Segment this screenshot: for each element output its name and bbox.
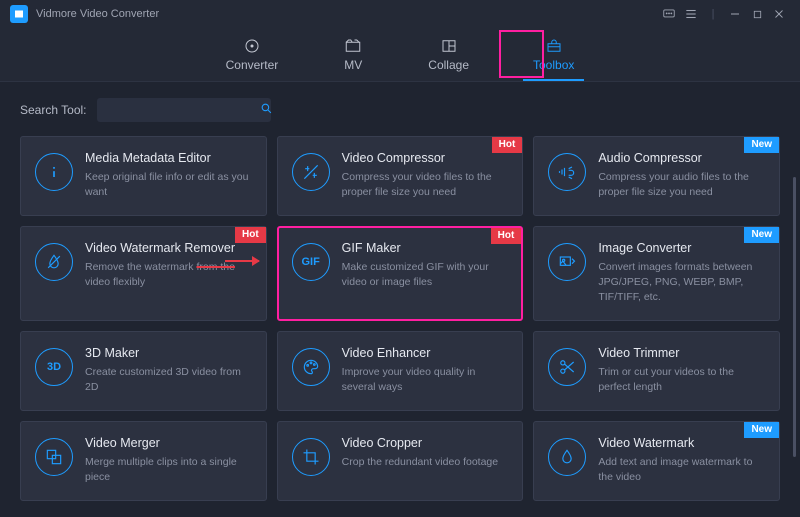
tool-video-cropper[interactable]: Video Cropper Crop the redundant video f…	[277, 421, 524, 501]
app-title: Vidmore Video Converter	[36, 8, 159, 20]
titlebar: Vidmore Video Converter |	[0, 0, 800, 28]
palette-icon	[292, 348, 330, 386]
tool-title: Audio Compressor	[598, 151, 765, 165]
tool-title: Video Merger	[85, 436, 252, 450]
tool-title: Video Watermark Remover	[85, 241, 252, 255]
tool-title: Video Enhancer	[342, 346, 509, 360]
tab-collage[interactable]: Collage	[422, 28, 475, 81]
menu-icon[interactable]	[680, 3, 702, 25]
nav-label: MV	[344, 58, 362, 72]
nav-label: Converter	[226, 58, 279, 72]
tool-title: Image Converter	[598, 241, 765, 255]
compress-icon	[292, 153, 330, 191]
minimize-button[interactable]	[724, 3, 746, 25]
tool-title: Video Watermark	[598, 436, 765, 450]
image-convert-icon	[548, 243, 586, 281]
nav-label: Toolbox	[533, 58, 574, 72]
tool-video-trimmer[interactable]: Video Trimmer Trim or cut your videos to…	[533, 331, 780, 411]
tool-title: Media Metadata Editor	[85, 151, 252, 165]
search-box[interactable]	[97, 98, 271, 122]
mv-icon	[342, 37, 364, 55]
gif-icon: GIF	[292, 243, 330, 281]
tab-converter[interactable]: Converter	[220, 28, 285, 81]
tool-desc: Remove the watermark from the video flex…	[85, 260, 252, 290]
tool-media-metadata-editor[interactable]: Media Metadata Editor Keep original file…	[20, 136, 267, 216]
content-area: Search Tool: Media Metadata Editor Keep …	[0, 82, 800, 517]
tool-grid: Media Metadata Editor Keep original file…	[20, 136, 780, 501]
tool-image-converter[interactable]: New Image Converter Convert images forma…	[533, 226, 780, 321]
droplet-icon	[548, 438, 586, 476]
hot-badge: Hot	[235, 227, 266, 243]
tool-desc: Compress your video files to the proper …	[342, 170, 509, 200]
hot-badge: Hot	[492, 137, 523, 153]
tool-desc: Merge multiple clips into a single piece	[85, 455, 252, 485]
tab-mv[interactable]: MV	[336, 28, 370, 81]
new-badge: New	[744, 227, 779, 243]
tool-desc: Create customized 3D video from 2D	[85, 365, 252, 395]
tool-3d-maker[interactable]: 3D 3D Maker Create customized 3D video f…	[20, 331, 267, 411]
tool-desc: Crop the redundant video footage	[342, 455, 509, 470]
info-icon	[35, 153, 73, 191]
audio-compress-icon	[548, 153, 586, 191]
tool-video-compressor[interactable]: Hot Video Compressor Compress your video…	[277, 136, 524, 216]
tool-desc: Convert images formats between JPG/JPEG,…	[598, 260, 765, 306]
tool-title: Video Cropper	[342, 436, 509, 450]
three-d-icon: 3D	[35, 348, 73, 386]
new-badge: New	[744, 137, 779, 153]
tool-title: Video Trimmer	[598, 346, 765, 360]
tool-desc: Keep original file info or edit as you w…	[85, 170, 252, 200]
scrollbar[interactable]	[793, 177, 796, 457]
tool-gif-maker[interactable]: Hot GIF GIF Maker Make customized GIF wi…	[277, 226, 524, 321]
search-input[interactable]	[105, 103, 260, 117]
tool-video-watermark[interactable]: New Video Watermark Add text and image w…	[533, 421, 780, 501]
search-row: Search Tool:	[20, 98, 780, 122]
app-logo	[10, 5, 28, 23]
tool-video-watermark-remover[interactable]: Hot Video Watermark Remover Remove the w…	[20, 226, 267, 321]
tool-title: 3D Maker	[85, 346, 252, 360]
hot-badge: Hot	[491, 228, 522, 244]
close-button[interactable]	[768, 3, 790, 25]
tool-video-enhancer[interactable]: Video Enhancer Improve your video qualit…	[277, 331, 524, 411]
annotation-arrow	[225, 260, 259, 262]
search-label: Search Tool:	[20, 103, 87, 117]
collage-icon	[438, 37, 460, 55]
tool-title: GIF Maker	[342, 241, 509, 255]
search-icon[interactable]	[260, 102, 273, 118]
scissors-icon	[548, 348, 586, 386]
tool-desc: Add text and image watermark to the vide…	[598, 455, 765, 485]
tool-video-merger[interactable]: Video Merger Merge multiple clips into a…	[20, 421, 267, 501]
droplet-slash-icon	[35, 243, 73, 281]
new-badge: New	[744, 422, 779, 438]
merge-icon	[35, 438, 73, 476]
tab-toolbox[interactable]: Toolbox	[527, 28, 580, 81]
feedback-icon[interactable]	[658, 3, 680, 25]
tool-desc: Make customized GIF with your video or i…	[342, 260, 509, 290]
tool-audio-compressor[interactable]: New Audio Compressor Compress your audio…	[533, 136, 780, 216]
maximize-button[interactable]	[746, 3, 768, 25]
toolbox-icon	[543, 37, 565, 55]
converter-icon	[241, 37, 263, 55]
tool-title: Video Compressor	[342, 151, 509, 165]
nav-label: Collage	[428, 58, 469, 72]
main-nav: Converter MV Collage Toolbox	[0, 28, 800, 82]
tool-desc: Improve your video quality in several wa…	[342, 365, 509, 395]
tool-desc: Compress your audio files to the proper …	[598, 170, 765, 200]
crop-icon	[292, 438, 330, 476]
tool-desc: Trim or cut your videos to the perfect l…	[598, 365, 765, 395]
separator: |	[702, 3, 724, 25]
